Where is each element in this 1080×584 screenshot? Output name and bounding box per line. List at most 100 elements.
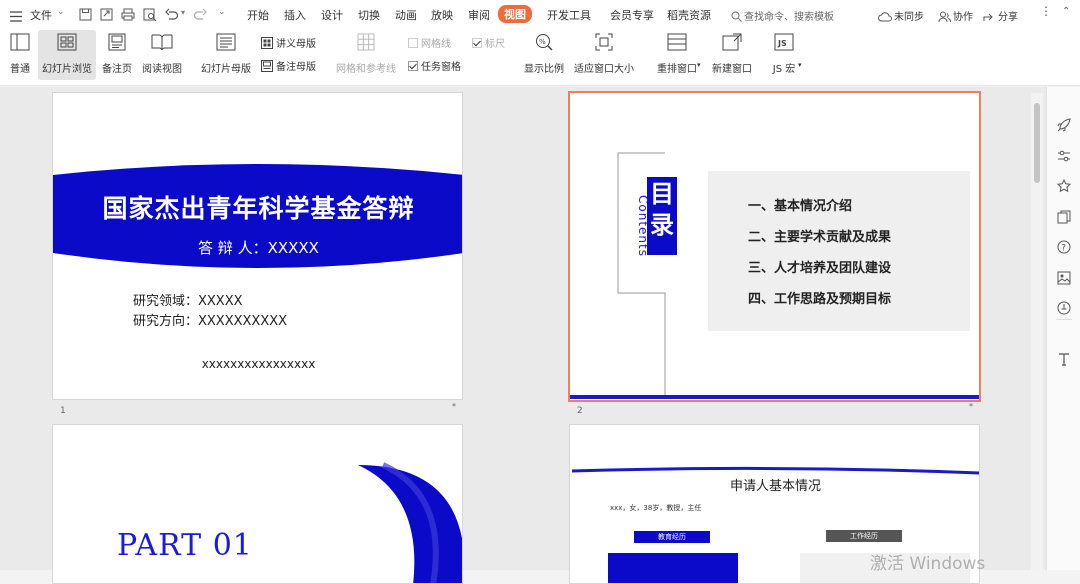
reading-view-button[interactable]: 阅读视图 [138, 30, 186, 80]
tab-start[interactable]: 开始 [247, 7, 269, 23]
tab-member[interactable]: 会员专享 [610, 7, 654, 23]
slide4-edu-block [608, 553, 738, 583]
menu-bar: 文件 ⌄ ▾ ⌄ 开始 插入 设计 切换 动画 放映 审阅 视图 开发工具 会员… [0, 0, 1080, 28]
task-pane-check-icon [408, 61, 418, 71]
slide-thumbnail-1[interactable]: 国家杰出青年科学基金答辩 答 辩 人：XXXXX 研究领域：XXXXX 研究方向… [52, 92, 463, 400]
arrange-dropdown-icon: ▾ [697, 61, 701, 69]
zoom-button[interactable]: % 显示比例 [522, 30, 566, 80]
tab-transition[interactable]: 切换 [358, 7, 380, 23]
macro-dropdown-icon: ▾ [798, 61, 802, 69]
new-window-button[interactable]: 新建窗口 [708, 30, 756, 80]
print-icon[interactable] [121, 6, 135, 25]
notes-page-icon [108, 33, 126, 51]
tab-slideshow[interactable]: 放映 [431, 7, 453, 23]
js-macro-icon: JS [774, 33, 794, 51]
slide-master-button[interactable]: 幻灯片母版 [198, 30, 254, 80]
undo-dropdown-icon[interactable]: ▾ [181, 8, 185, 17]
right-side-toolbar: ? [1046, 87, 1080, 570]
share-icon [983, 7, 996, 26]
slide3-part-label: PART 01 [117, 528, 253, 563]
search-icon [731, 7, 742, 26]
normal-view-button[interactable]: 普通 [4, 30, 36, 80]
vertical-scrollbar[interactable] [1031, 93, 1043, 570]
slide2-toc-item-3: 三、人才培养及团队建设 [748, 261, 892, 276]
help-icon[interactable]: ? [1057, 239, 1071, 258]
slide-thumbnail-2[interactable]: 目录 ▸ Contents 一、基本情况介绍 二、主要学术贡献及成果 三、人才培… [568, 91, 981, 402]
settings-sliders-icon[interactable] [1057, 148, 1071, 167]
cloud-sync-icon [878, 7, 892, 26]
search-input[interactable]: 查找命令、搜索模板 [744, 8, 834, 23]
undo-icon[interactable] [165, 6, 179, 25]
slide4-edu-label: 教育经历 [634, 531, 710, 543]
slide2-toc-item-1: 一、基本情况介绍 [748, 199, 853, 214]
collaborate-button[interactable]: 协作 [953, 8, 973, 23]
slide-thumbnail-3[interactable]: PART 01 [52, 424, 463, 584]
chevron-down-icon[interactable]: ⌄ [57, 7, 65, 17]
grid-guides-button[interactable]: 网格和参考线 [334, 30, 398, 80]
save-icon[interactable] [79, 6, 92, 25]
more-options-icon[interactable]: ⋮ [1040, 4, 1052, 18]
slide2-toc-item-2: 二、主要学术贡献及成果 [748, 230, 892, 245]
arrange-window-button[interactable]: 重排窗口 ▾ [651, 30, 703, 80]
tab-review[interactable]: 审阅 [468, 7, 490, 23]
toolbar-divider [1056, 319, 1072, 320]
svg-text:JS: JS [777, 39, 787, 48]
svg-text:%: % [539, 38, 546, 46]
share-button[interactable]: 分享 [998, 8, 1018, 23]
hamburger-icon[interactable] [10, 7, 22, 26]
normal-view-icon [10, 33, 30, 51]
arrange-window-icon [667, 33, 687, 51]
slide-sorter-area: 国家杰出青年科学基金答辩 答 辩 人：XXXXX 研究领域：XXXXX 研究方向… [0, 87, 1046, 584]
slide4-info: xxx，女，38岁，教授，主任 [610, 504, 702, 512]
fit-window-button[interactable]: 适应窗口大小 [572, 30, 636, 80]
slide-browse-button[interactable]: 幻灯片浏览 [38, 30, 96, 80]
slide-master-icon [216, 33, 236, 51]
text-icon[interactable] [1057, 351, 1071, 370]
slide1-footer: xxxxxxxxxxxxxxxx [201, 357, 316, 371]
redo-icon[interactable] [193, 6, 207, 25]
ruler-check-icon [472, 38, 482, 48]
customize-dropdown-icon[interactable]: ⌄ [218, 7, 226, 17]
slide1-transition-icon: * [452, 402, 456, 411]
slide1-title: 国家杰出青年科学基金答辩 [102, 194, 415, 223]
collaborate-icon [938, 7, 952, 26]
fit-window-icon [595, 33, 613, 51]
tab-view[interactable]: 视图 [498, 5, 532, 23]
slide2-transition-icon: * [969, 402, 973, 411]
location-icon[interactable] [1057, 300, 1071, 319]
notes-master-icon [261, 60, 273, 72]
sync-status[interactable]: 未同步 [894, 8, 924, 23]
slide2-toc-title: 目录 [647, 177, 677, 255]
slide-sorter-icon [57, 33, 77, 51]
ruler-checkbox[interactable]: 标尺 [472, 35, 505, 50]
slide2-toc-en: Contents [636, 195, 650, 257]
notes-page-button[interactable]: 备注页 [99, 30, 135, 80]
slide2-toc-item-4: 四、工作思路及预期目标 [748, 292, 892, 307]
js-macro-button[interactable]: JS JS 宏 ▾ [762, 30, 806, 80]
print-preview-icon[interactable] [143, 6, 157, 25]
copy-icon[interactable] [1057, 209, 1071, 228]
slide-number-2: 2 [577, 406, 583, 416]
file-menu[interactable]: 文件 [30, 7, 52, 23]
gridlines-checkbox[interactable]: 网格线 [408, 35, 451, 50]
slide1-presenter: 答 辩 人：XXXXX [198, 239, 319, 257]
image-icon[interactable] [1057, 270, 1071, 289]
rocket-icon[interactable] [1057, 117, 1071, 136]
slide2-toc-panel: 一、基本情况介绍 二、主要学术贡献及成果 三、人才培养及团队建设 四、工作思路及… [708, 171, 970, 331]
tab-animation[interactable]: 动画 [395, 7, 417, 23]
handout-master-button[interactable]: 讲义母版 [261, 35, 316, 50]
task-pane-checkbox[interactable]: 任务窗格 [408, 58, 461, 73]
gridlines-check-icon [408, 38, 418, 48]
collapse-ribbon-icon[interactable]: ⌃ [1062, 6, 1070, 17]
tab-docer[interactable]: 稻壳资源 [667, 7, 711, 23]
grid-icon [357, 33, 375, 51]
notes-master-button[interactable]: 备注母版 [261, 58, 316, 73]
reading-view-icon [151, 34, 173, 51]
star-icon[interactable] [1056, 178, 1072, 197]
tab-insert[interactable]: 插入 [284, 7, 306, 23]
scrollbar-thumb[interactable] [1034, 103, 1040, 183]
export-icon[interactable] [100, 6, 113, 25]
tab-design[interactable]: 设计 [321, 7, 343, 23]
slide4-work-label: 工作经历 [826, 530, 902, 542]
tab-developer[interactable]: 开发工具 [547, 7, 591, 23]
